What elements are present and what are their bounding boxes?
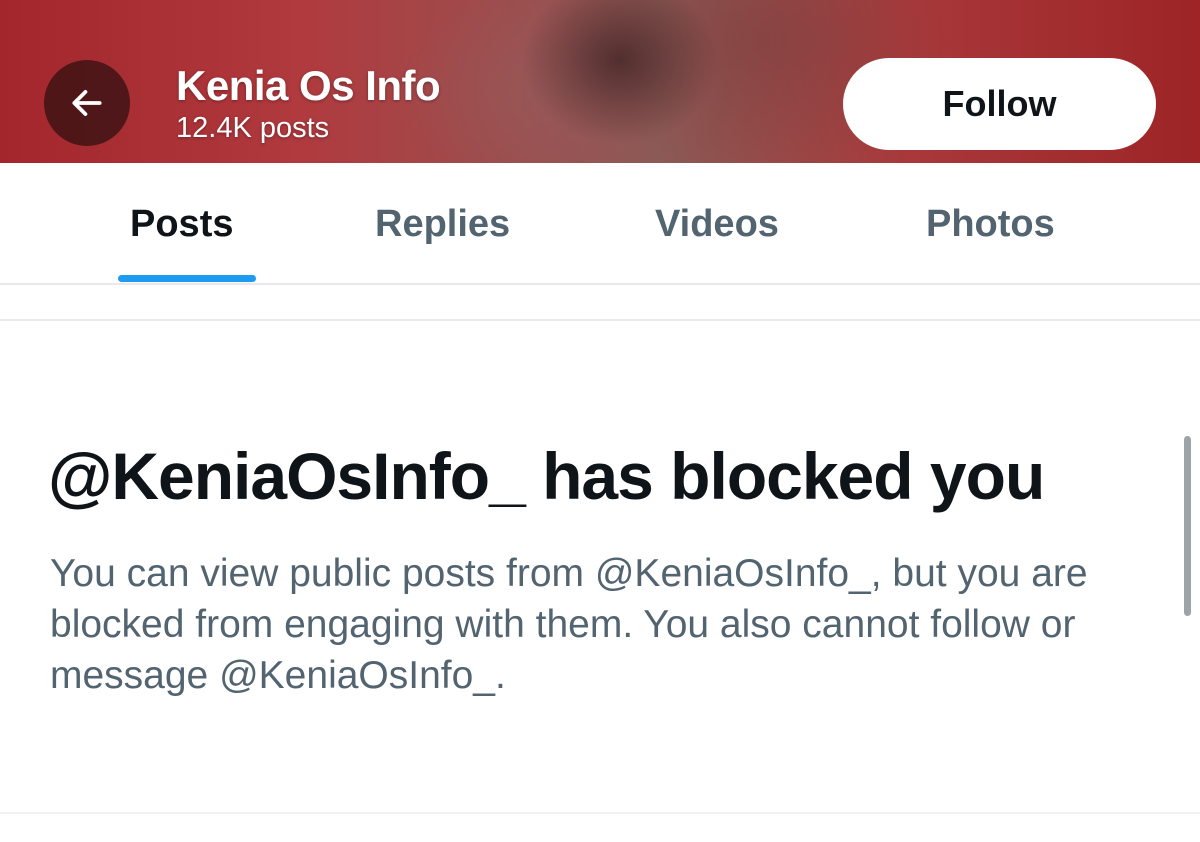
divider xyxy=(0,319,1200,321)
tab-photos[interactable]: Photos xyxy=(926,203,1055,246)
profile-name: Kenia Os Info xyxy=(176,62,441,109)
tab-posts[interactable]: Posts xyxy=(130,203,233,246)
arrow-left-icon xyxy=(72,90,102,116)
divider xyxy=(0,812,1200,814)
post-count: 12.4K posts xyxy=(176,112,330,144)
tab-replies[interactable]: Replies xyxy=(375,203,510,246)
profile-banner: Kenia Os Info 12.4K posts Follow xyxy=(0,0,1200,163)
profile-page: Kenia Os Info 12.4K posts Follow Posts R… xyxy=(0,0,1200,842)
follow-button[interactable]: Follow xyxy=(843,58,1156,150)
profile-tabs: Posts Replies Videos Photos xyxy=(0,163,1200,285)
scrollbar[interactable] xyxy=(1184,436,1191,616)
active-tab-indicator xyxy=(118,275,256,282)
tab-videos[interactable]: Videos xyxy=(655,203,779,246)
blocked-title: @KeniaOsInfo_ has blocked you xyxy=(48,439,1045,513)
blocked-description: You can view public posts from @KeniaOsI… xyxy=(50,552,1088,697)
back-button[interactable] xyxy=(44,60,130,146)
